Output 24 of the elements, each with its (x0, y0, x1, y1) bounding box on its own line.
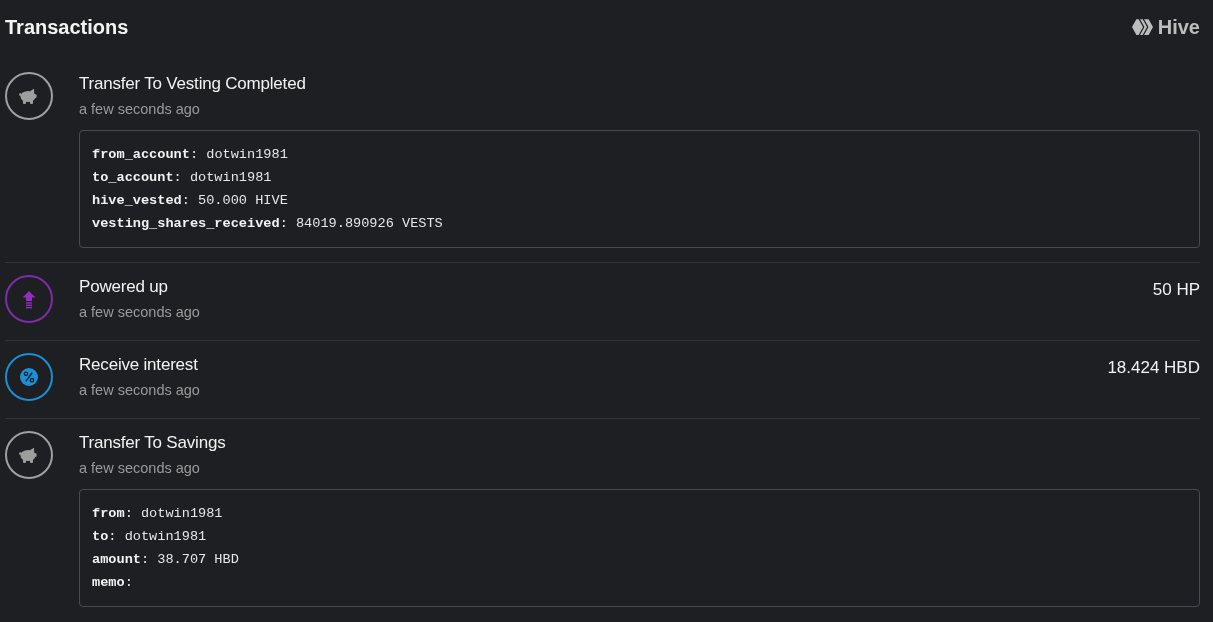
logo-icon (1131, 18, 1153, 36)
brand-name: Hive (1157, 15, 1200, 40)
detail-line: to: dotwin1981 (92, 528, 208, 546)
timestamp: a few seconds ago (79, 100, 201, 119)
timestamp: a few seconds ago (79, 381, 201, 400)
detail-line: hive_vested: 50.000 HIVE (92, 192, 289, 210)
detail-line: from_account: dotwin1981 (92, 146, 289, 164)
amount: 50 HP (1152, 279, 1200, 301)
detail-line: memo: (92, 574, 134, 592)
detail-line: to_account: dotwin1981 (92, 169, 273, 187)
timestamp: a few seconds ago (79, 459, 201, 478)
timestamp: a few seconds ago (79, 303, 201, 322)
piggy-bank-icon (5, 72, 53, 120)
piggy-bank-icon (5, 431, 53, 479)
detail-line: vesting_shares_received: 84019.890926 VESTS (92, 215, 444, 233)
detail-line: from: dotwin1981 (92, 505, 224, 523)
transaction-title: Transfer To Vesting Completed (79, 73, 307, 95)
transaction-title: Transfer To Savings (79, 432, 227, 454)
amount: 18.424 HBD (1107, 357, 1200, 379)
transaction-title: Powered up (79, 276, 169, 298)
percent-icon (5, 353, 53, 401)
transaction-title: Receive interest (79, 354, 199, 376)
page-title: Transactions (5, 15, 129, 40)
detail-line: amount: 38.707 HBD (92, 551, 240, 569)
